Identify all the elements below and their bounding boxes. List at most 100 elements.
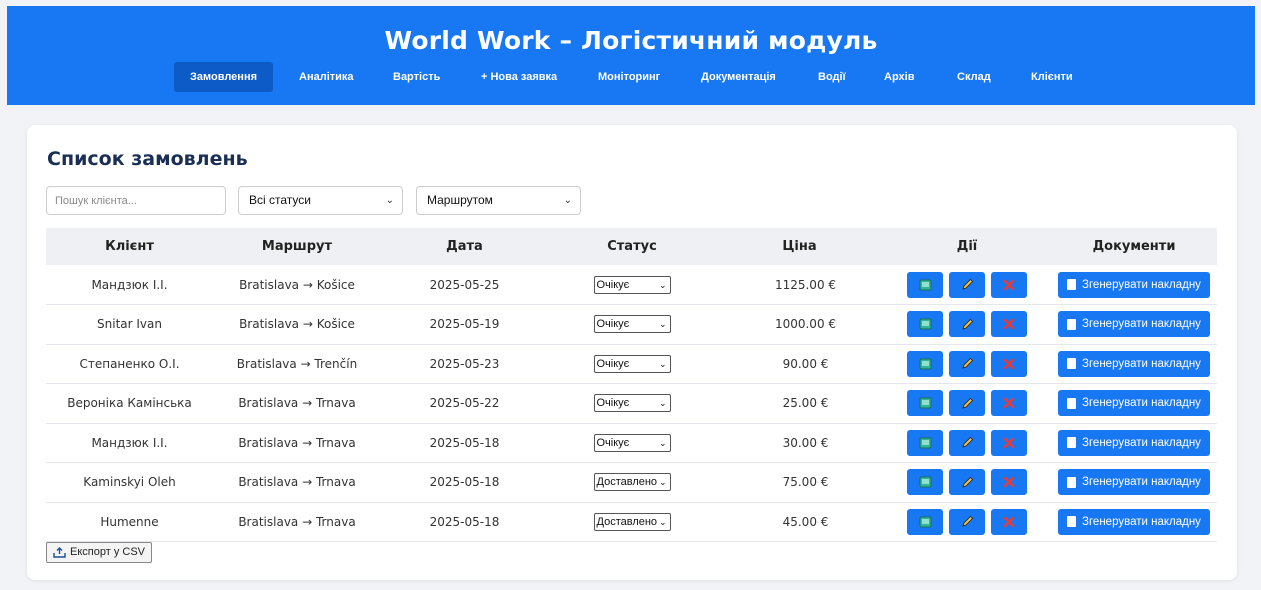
nav-item-clients[interactable]: Клієнти [1031, 62, 1073, 92]
view-button[interactable] [907, 429, 943, 456]
edit-button[interactable] [949, 311, 985, 338]
nav-item-warehouse[interactable]: Склад [957, 62, 991, 92]
cell-route: Bratislava → Košice [239, 277, 355, 292]
status-value: Очікує [596, 278, 630, 291]
export-csv-button[interactable]: Експорт у CSV [46, 542, 152, 563]
view-button[interactable] [907, 390, 943, 417]
edit-button[interactable] [949, 469, 985, 496]
book-icon [919, 516, 931, 528]
view-button[interactable] [907, 350, 943, 377]
cell-route: Bratislava → Trnava [238, 435, 356, 450]
app-header: World Work – Логістичний модуль Замовлен… [7, 6, 1255, 105]
cell-client: Вероніка Камінська [67, 396, 192, 411]
delete-button[interactable] [991, 390, 1027, 417]
chevron-down-icon: ⌄ [658, 477, 667, 488]
status-filter-select[interactable]: Всі статуси ⌄ [238, 186, 403, 215]
cell-documents: Згенерувати накладну [1051, 265, 1217, 305]
generate-invoice-button[interactable]: Згенерувати накладну [1058, 350, 1210, 377]
table-row: Вероніка Камінська Bratislava → Trnava 2… [46, 384, 1217, 424]
nav-item-documentation[interactable]: Документація [701, 62, 776, 92]
status-select[interactable]: Доставлено ⌄ [593, 473, 671, 492]
status-select[interactable]: Очікує ⌄ [593, 394, 671, 413]
nav-item-orders[interactable]: Замовлення [174, 62, 274, 92]
delete-button[interactable] [991, 429, 1027, 456]
nav-item-analytics[interactable]: Аналітика [299, 62, 354, 92]
book-icon [919, 318, 931, 330]
document-icon [1067, 476, 1077, 488]
edit-button[interactable] [949, 429, 985, 456]
cross-mark-icon [1003, 437, 1015, 449]
nav-item-new-request[interactable]: + Нова заявка [481, 62, 557, 92]
column-header-status: Статус [607, 239, 657, 254]
view-button[interactable] [907, 271, 943, 298]
generate-invoice-button[interactable]: Згенерувати накладну [1058, 469, 1210, 496]
export-csv-label: Експорт у CSV [70, 546, 145, 558]
cross-mark-icon [1003, 397, 1015, 409]
nav-item-archive[interactable]: Архів [884, 62, 914, 92]
column-header-price: Ціна [782, 239, 817, 254]
edit-button[interactable] [949, 508, 985, 535]
pencil-icon [961, 278, 973, 290]
book-icon [919, 476, 931, 488]
status-value: Очікує [596, 397, 630, 410]
status-value: Очікує [596, 318, 630, 331]
nav-item-cost[interactable]: Вартість [393, 62, 440, 92]
chevron-down-icon: ⌄ [658, 437, 667, 448]
table-header-row: Клієнт Маршрут Дата Статус Ціна Дії Доку… [46, 228, 1217, 265]
cell-documents: Згенерувати накладну [1051, 423, 1217, 463]
cell-documents: Згенерувати накладну [1051, 502, 1217, 542]
delete-button[interactable] [991, 469, 1027, 496]
client-search-input[interactable] [46, 186, 226, 215]
cell-actions [883, 423, 1051, 463]
cell-client: Snitar Ivan [97, 317, 162, 332]
cell-status: Доставлено ⌄ [548, 463, 716, 503]
delete-button[interactable] [991, 508, 1027, 535]
document-icon [1067, 397, 1077, 409]
edit-button[interactable] [949, 271, 985, 298]
cell-actions [883, 265, 1051, 305]
view-button[interactable] [907, 311, 943, 338]
nav-item-drivers[interactable]: Водії [818, 62, 846, 92]
book-icon [919, 397, 931, 409]
status-select[interactable]: Очікує ⌄ [593, 275, 671, 294]
delete-button[interactable] [991, 311, 1027, 338]
cell-price: 45.00 € [782, 514, 829, 529]
generate-invoice-button[interactable]: Згенерувати накладну [1058, 429, 1210, 456]
cell-route: Bratislava → Trenčín [236, 356, 358, 371]
pencil-icon [961, 516, 973, 527]
status-select[interactable]: Очікує ⌄ [593, 315, 671, 334]
delete-button[interactable] [991, 271, 1027, 298]
nav-item-monitoring[interactable]: Моніторинг [598, 62, 660, 92]
chevron-down-icon: ⌄ [658, 358, 667, 369]
cell-actions [883, 384, 1051, 424]
pencil-icon [961, 358, 973, 369]
cell-price: 1000.00 € [774, 317, 837, 332]
table-row: Kaminskyi Oleh Bratislava → Trnava 2025-… [46, 463, 1217, 503]
cell-route: Bratislava → Košice [239, 317, 355, 332]
status-select[interactable]: Очікує ⌄ [593, 354, 671, 373]
sort-filter-select[interactable]: Маршрутом ⌄ [416, 186, 581, 215]
view-button[interactable] [907, 469, 943, 496]
cell-actions [883, 502, 1051, 542]
edit-button[interactable] [949, 390, 985, 417]
generate-invoice-button[interactable]: Згенерувати накладну [1058, 390, 1210, 417]
pencil-icon [961, 437, 973, 448]
generate-invoice-button[interactable]: Згенерувати накладну [1058, 271, 1210, 298]
cell-date: 2025-05-18 [429, 435, 500, 450]
status-select[interactable]: Очікує ⌄ [593, 433, 671, 452]
delete-button[interactable] [991, 350, 1027, 377]
column-header-actions: Дії [956, 239, 978, 254]
cell-documents: Згенерувати накладну [1051, 305, 1217, 345]
edit-button[interactable] [949, 350, 985, 377]
view-button[interactable] [907, 508, 943, 535]
generate-invoice-button[interactable]: Згенерувати накладну [1058, 311, 1210, 338]
main-nav: Замовлення Аналітика Вартість + Нова зая… [7, 62, 1255, 92]
generate-invoice-label: Згенерувати накладну [1082, 515, 1201, 528]
generate-invoice-button[interactable]: Згенерувати накладну [1058, 508, 1210, 535]
cross-mark-icon [1003, 516, 1015, 528]
generate-invoice-label: Згенерувати накладну [1082, 278, 1201, 291]
chevron-down-icon: ⌄ [658, 279, 667, 290]
table-row: Humenne Bratislava → Trnava 2025-05-18 Д… [46, 502, 1217, 542]
pencil-icon [961, 397, 973, 409]
status-select[interactable]: Доставлено ⌄ [593, 512, 671, 531]
